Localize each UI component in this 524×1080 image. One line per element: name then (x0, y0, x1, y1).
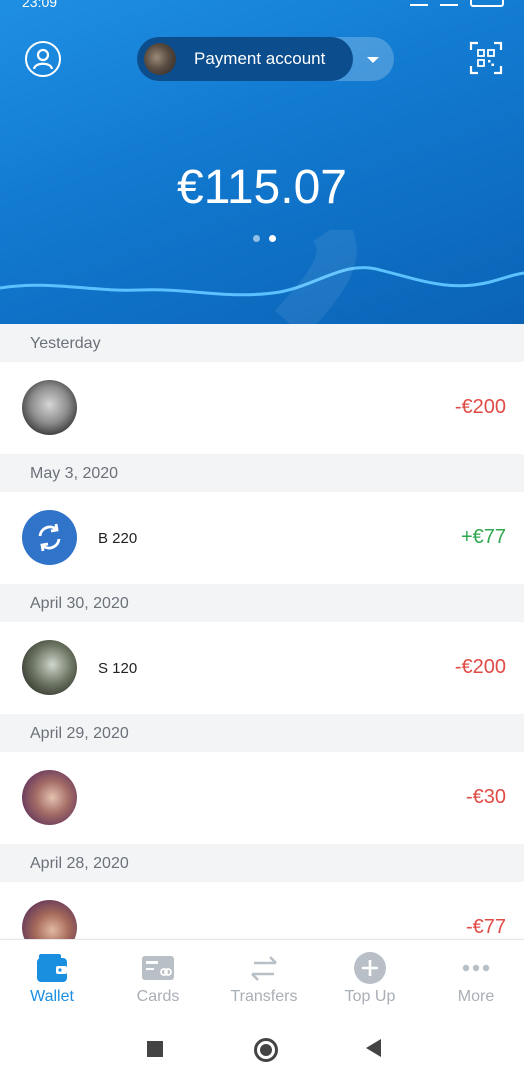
chevron-down-icon[interactable] (367, 57, 379, 63)
nav-wallet-label: Wallet (30, 988, 74, 1005)
qr-code-icon (469, 41, 503, 75)
wifi-icon (440, 0, 458, 6)
system-navigation-bar (0, 1018, 524, 1080)
date-header: Yesterday (0, 324, 524, 362)
date-header: April 30, 2020 (0, 584, 524, 622)
transaction-name: B 220 (98, 530, 138, 547)
contact-avatar (22, 640, 77, 695)
status-time: 23:09 (22, 0, 58, 10)
date-header: April 29, 2020 (0, 714, 524, 752)
transaction-amount: -€30 (465, 786, 506, 808)
qr-code-button[interactable] (469, 41, 503, 75)
nav-more-label: More (457, 988, 495, 1005)
wallet-icon (37, 954, 67, 982)
transaction-row[interactable]: S 120 -€200 (0, 622, 524, 714)
contact-avatar (22, 770, 77, 825)
transaction-row[interactable]: -€30 (0, 752, 524, 844)
transaction-row[interactable]: B 220 +€77 (0, 492, 524, 584)
date-header: April 28, 2020 (0, 844, 524, 882)
nav-transfers-label: Transfers (230, 988, 298, 1005)
nav-cards-label: Cards (136, 988, 180, 1005)
more-dots-icon (462, 964, 490, 972)
contact-avatar (22, 900, 77, 939)
transaction-amount: -€200 (454, 656, 506, 678)
profile-button[interactable] (25, 41, 61, 77)
nav-more[interactable]: More (424, 940, 524, 1018)
contact-avatar (22, 380, 77, 435)
status-bar: 23:09 (0, 0, 524, 12)
home-button[interactable] (254, 1038, 278, 1062)
nav-cards[interactable]: Cards (106, 940, 210, 1018)
swap-arrows-icon (22, 510, 77, 565)
account-selector[interactable]: Payment account (137, 37, 394, 81)
signal-icon (410, 0, 428, 6)
nav-wallet[interactable]: Wallet (0, 940, 104, 1018)
nav-top-up-label: Top Up (344, 988, 396, 1005)
account-avatar (144, 43, 176, 75)
transaction-row[interactable]: -€200 (0, 362, 524, 454)
account-selector-main[interactable]: Payment account (137, 37, 353, 81)
transaction-list[interactable]: Yesterday -€200 May 3, 2020 B 220 +€77 A… (0, 324, 524, 939)
plus-circle-icon (354, 952, 386, 984)
recent-apps-button[interactable] (147, 1041, 163, 1057)
user-icon (32, 48, 54, 70)
account-label: Payment account (194, 49, 326, 68)
transaction-name: S 120 (98, 660, 138, 677)
nav-transfers[interactable]: Transfers (212, 940, 316, 1018)
wave-decoration (0, 230, 524, 324)
nav-top-up[interactable]: Top Up (318, 940, 422, 1018)
status-icons (410, 0, 504, 7)
transfer-arrows-icon (251, 956, 277, 981)
card-icon (142, 956, 174, 980)
wallet-header: 23:09 Payment account €115.07 (0, 0, 524, 324)
back-button[interactable] (366, 1039, 381, 1057)
transaction-row[interactable]: -€77 (0, 882, 524, 939)
balance-amount: €115.07 (177, 161, 347, 214)
date-header: May 3, 2020 (0, 454, 524, 492)
transaction-amount: -€77 (465, 916, 506, 938)
battery-icon (470, 0, 504, 7)
transaction-amount: -€200 (454, 396, 506, 418)
transaction-amount: +€77 (460, 526, 506, 548)
bottom-navigation: Wallet Cards Transfers Top Up More (0, 939, 524, 1018)
